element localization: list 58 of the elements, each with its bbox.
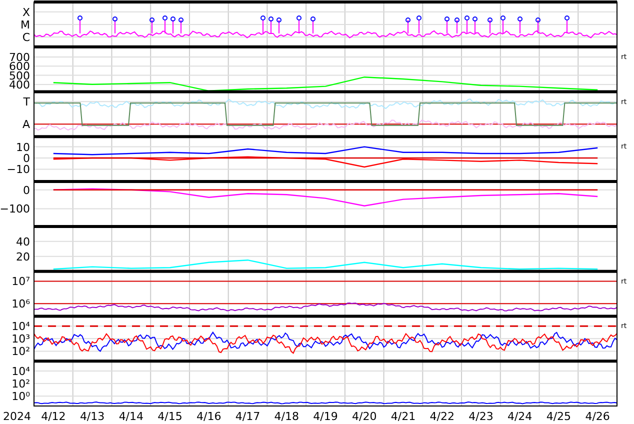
- axis-tick-label: −100: [0, 202, 30, 216]
- year-label: 2024: [3, 410, 31, 423]
- event-marker: [500, 16, 506, 34]
- axis-tick-label: T: [23, 96, 30, 109]
- event-marker: [260, 16, 266, 34]
- event-marker: [536, 18, 540, 34]
- event-marker: [416, 16, 422, 34]
- event-marker: [150, 18, 154, 34]
- axis-tick-label: A: [22, 118, 30, 132]
- axis-tick-label: 0: [23, 152, 30, 165]
- date-label: 4/16: [196, 410, 222, 423]
- date-label: 4/23: [468, 410, 494, 423]
- axis-tick-label: 10²: [12, 378, 30, 391]
- date-label: 4/20: [352, 410, 377, 423]
- axis-tick-label: 10³: [12, 332, 30, 346]
- event-marker: [472, 16, 478, 34]
- event-marker: [162, 16, 168, 34]
- event-marker: [178, 18, 184, 34]
- axis-tick-label: 10: [16, 140, 30, 154]
- event-marker: [564, 16, 570, 34]
- event-marker: [112, 16, 118, 34]
- axis-tick-label: M: [20, 18, 30, 32]
- axis-tick-label: C: [22, 31, 30, 44]
- date-label: 4/15: [158, 410, 182, 423]
- event-marker: [406, 18, 410, 34]
- event-marker: [518, 16, 522, 34]
- event-marker: [268, 16, 274, 34]
- date-label: 4/26: [585, 410, 610, 423]
- date-label: 4/24: [507, 410, 532, 423]
- axis-tick-label: X: [22, 6, 30, 19]
- axis-tick-label: −10: [6, 163, 30, 176]
- date-label: 4/14: [118, 410, 144, 423]
- event-marker: [296, 16, 302, 34]
- event-marker: [170, 16, 176, 34]
- axis-tick-label: 10⁴: [12, 364, 30, 378]
- date-label: 4/17: [235, 410, 260, 423]
- axis-tick-label: 10⁷: [12, 275, 30, 288]
- event-marker: [488, 18, 492, 34]
- axis-tick-label: 20: [16, 250, 30, 264]
- date-label: 4/21: [390, 410, 416, 423]
- event-marker: [310, 16, 316, 34]
- event-marker: [464, 16, 470, 34]
- date-label: 4/25: [546, 410, 572, 423]
- date-label: 4/12: [41, 410, 66, 423]
- event-marker: [444, 16, 450, 34]
- axis-tick-label: 10⁶: [12, 298, 30, 311]
- date-label: 4/13: [80, 410, 105, 423]
- date-label: 4/19: [313, 410, 338, 423]
- date-label: 4/18: [274, 410, 299, 423]
- axis-tick-label: 40: [16, 235, 30, 248]
- axis-tick-label: 10⁴: [12, 320, 30, 334]
- axis-tick-label: 10⁰: [12, 390, 30, 404]
- axis-tick-label: 10²: [12, 345, 30, 358]
- axis-tick-label: 0: [23, 184, 30, 197]
- event-marker: [454, 18, 460, 34]
- event-marker: [78, 16, 82, 34]
- event-marker: [276, 18, 282, 34]
- date-label: 4/22: [430, 410, 454, 423]
